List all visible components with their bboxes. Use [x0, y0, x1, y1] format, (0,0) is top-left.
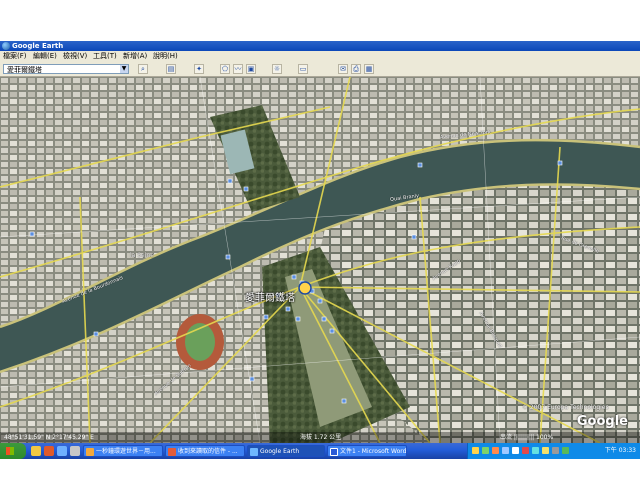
ruler-icon[interactable]: ▭ [298, 64, 308, 74]
toolbar: ▼ ⌕ ▤ ✦ ⬠ 〰 ▣ ☼ ▭ ✉ ⎙ ▦ [0, 62, 640, 77]
start-button[interactable] [0, 443, 26, 459]
windows-logo-icon [6, 447, 14, 455]
satellite-imagery [0, 77, 640, 443]
menu-add[interactable]: 新增(A) [123, 51, 147, 62]
google-earth-window: Google Earth 檔案(F) 編輯(E) 檢視(V) 工具(T) 新增(… [0, 41, 640, 443]
quicklaunch-media-icon[interactable] [70, 446, 80, 456]
tray-icon[interactable] [482, 447, 489, 454]
menu-bar: 檔案(F) 編輯(E) 檢視(V) 工具(T) 新增(A) 說明(H) [0, 51, 640, 62]
network-icon[interactable] [562, 447, 569, 454]
print-icon[interactable]: ⎙ [351, 64, 361, 74]
menu-view[interactable]: 檢視(V) [63, 51, 87, 62]
tray-icon[interactable] [542, 447, 549, 454]
map-status-bar: 48°51'31.59" N 2°17'45.29" E 海拔 1.72 公里 … [0, 432, 640, 443]
streaming-status: 串流 |||||||||| 100% [500, 434, 554, 441]
quicklaunch-desktop-icon[interactable] [31, 446, 41, 456]
search-box[interactable]: ▼ [3, 64, 129, 74]
tray-icon[interactable] [512, 447, 519, 454]
task-google-earth[interactable]: Google Earth [247, 445, 325, 457]
volume-icon[interactable] [552, 447, 559, 454]
task-label: 文件1 - Microsoft Word [340, 448, 407, 455]
task-label: 收到來讀取的信件 - ... [178, 448, 238, 455]
river-label: la Seine [130, 252, 154, 259]
overlay-icon[interactable]: ▣ [246, 64, 256, 74]
quicklaunch-ie-icon[interactable] [57, 446, 67, 456]
menu-edit[interactable]: 編輯(E) [33, 51, 57, 62]
tray-icon[interactable] [522, 447, 529, 454]
task-browser[interactable]: 一秒鐘環遊世界－用... [83, 445, 163, 457]
system-tray: 下午 03:33 [467, 443, 640, 459]
browser-icon [86, 448, 94, 456]
task-word[interactable]: 文件1 - Microsoft Word [327, 445, 407, 457]
menu-help[interactable]: 說明(H) [153, 51, 178, 62]
sidebar-icon[interactable]: ▤ [166, 64, 176, 74]
elevation-readout: 海拔 1.72 公里 [300, 434, 342, 441]
globe-icon [250, 448, 258, 456]
menu-file[interactable]: 檔案(F) [3, 51, 27, 62]
search-input[interactable] [4, 66, 117, 74]
email-icon[interactable]: ✉ [338, 64, 348, 74]
polygon-icon[interactable]: ⬠ [220, 64, 230, 74]
mail-icon [168, 448, 176, 456]
tray-icon[interactable] [472, 447, 479, 454]
maps-icon[interactable]: ▦ [364, 64, 374, 74]
task-label: Google Earth [260, 448, 300, 455]
google-logo: Google [576, 414, 628, 429]
globe-icon [2, 42, 10, 50]
path-icon[interactable]: 〰 [233, 64, 243, 74]
search-icon[interactable]: ⌕ [138, 64, 148, 74]
tray-icon[interactable] [532, 447, 539, 454]
chevron-down-icon[interactable]: ▼ [120, 65, 128, 73]
tray-icon[interactable] [502, 447, 509, 454]
sun-icon[interactable]: ☼ [272, 64, 282, 74]
menu-tools[interactable]: 工具(T) [93, 51, 117, 62]
task-mail[interactable]: 收到來讀取的信件 - ... [165, 445, 245, 457]
placemark-label[interactable]: 愛菲爾鐵塔 [245, 289, 295, 304]
clock[interactable]: 下午 03:33 [605, 443, 636, 459]
copyright-text: © 2007 Europa Technologies [522, 404, 609, 411]
task-label: 一秒鐘環遊世界－用... [96, 448, 156, 455]
coordinates-readout: 48°51'31.59" N 2°17'45.29" E [4, 434, 94, 441]
word-icon [330, 448, 338, 456]
taskbar: 一秒鐘環遊世界－用... 收到來讀取的信件 - ... Google Earth… [0, 443, 640, 459]
quicklaunch-firefox-icon[interactable] [44, 446, 54, 456]
earth-map-view[interactable]: 愛菲爾鐵塔 la Seine Avenue de New York Quai B… [0, 77, 640, 443]
title-bar: Google Earth [0, 41, 640, 51]
placemark-icon[interactable]: ✦ [194, 64, 204, 74]
tray-icon[interactable] [492, 447, 499, 454]
window-title: Google Earth [12, 42, 64, 50]
